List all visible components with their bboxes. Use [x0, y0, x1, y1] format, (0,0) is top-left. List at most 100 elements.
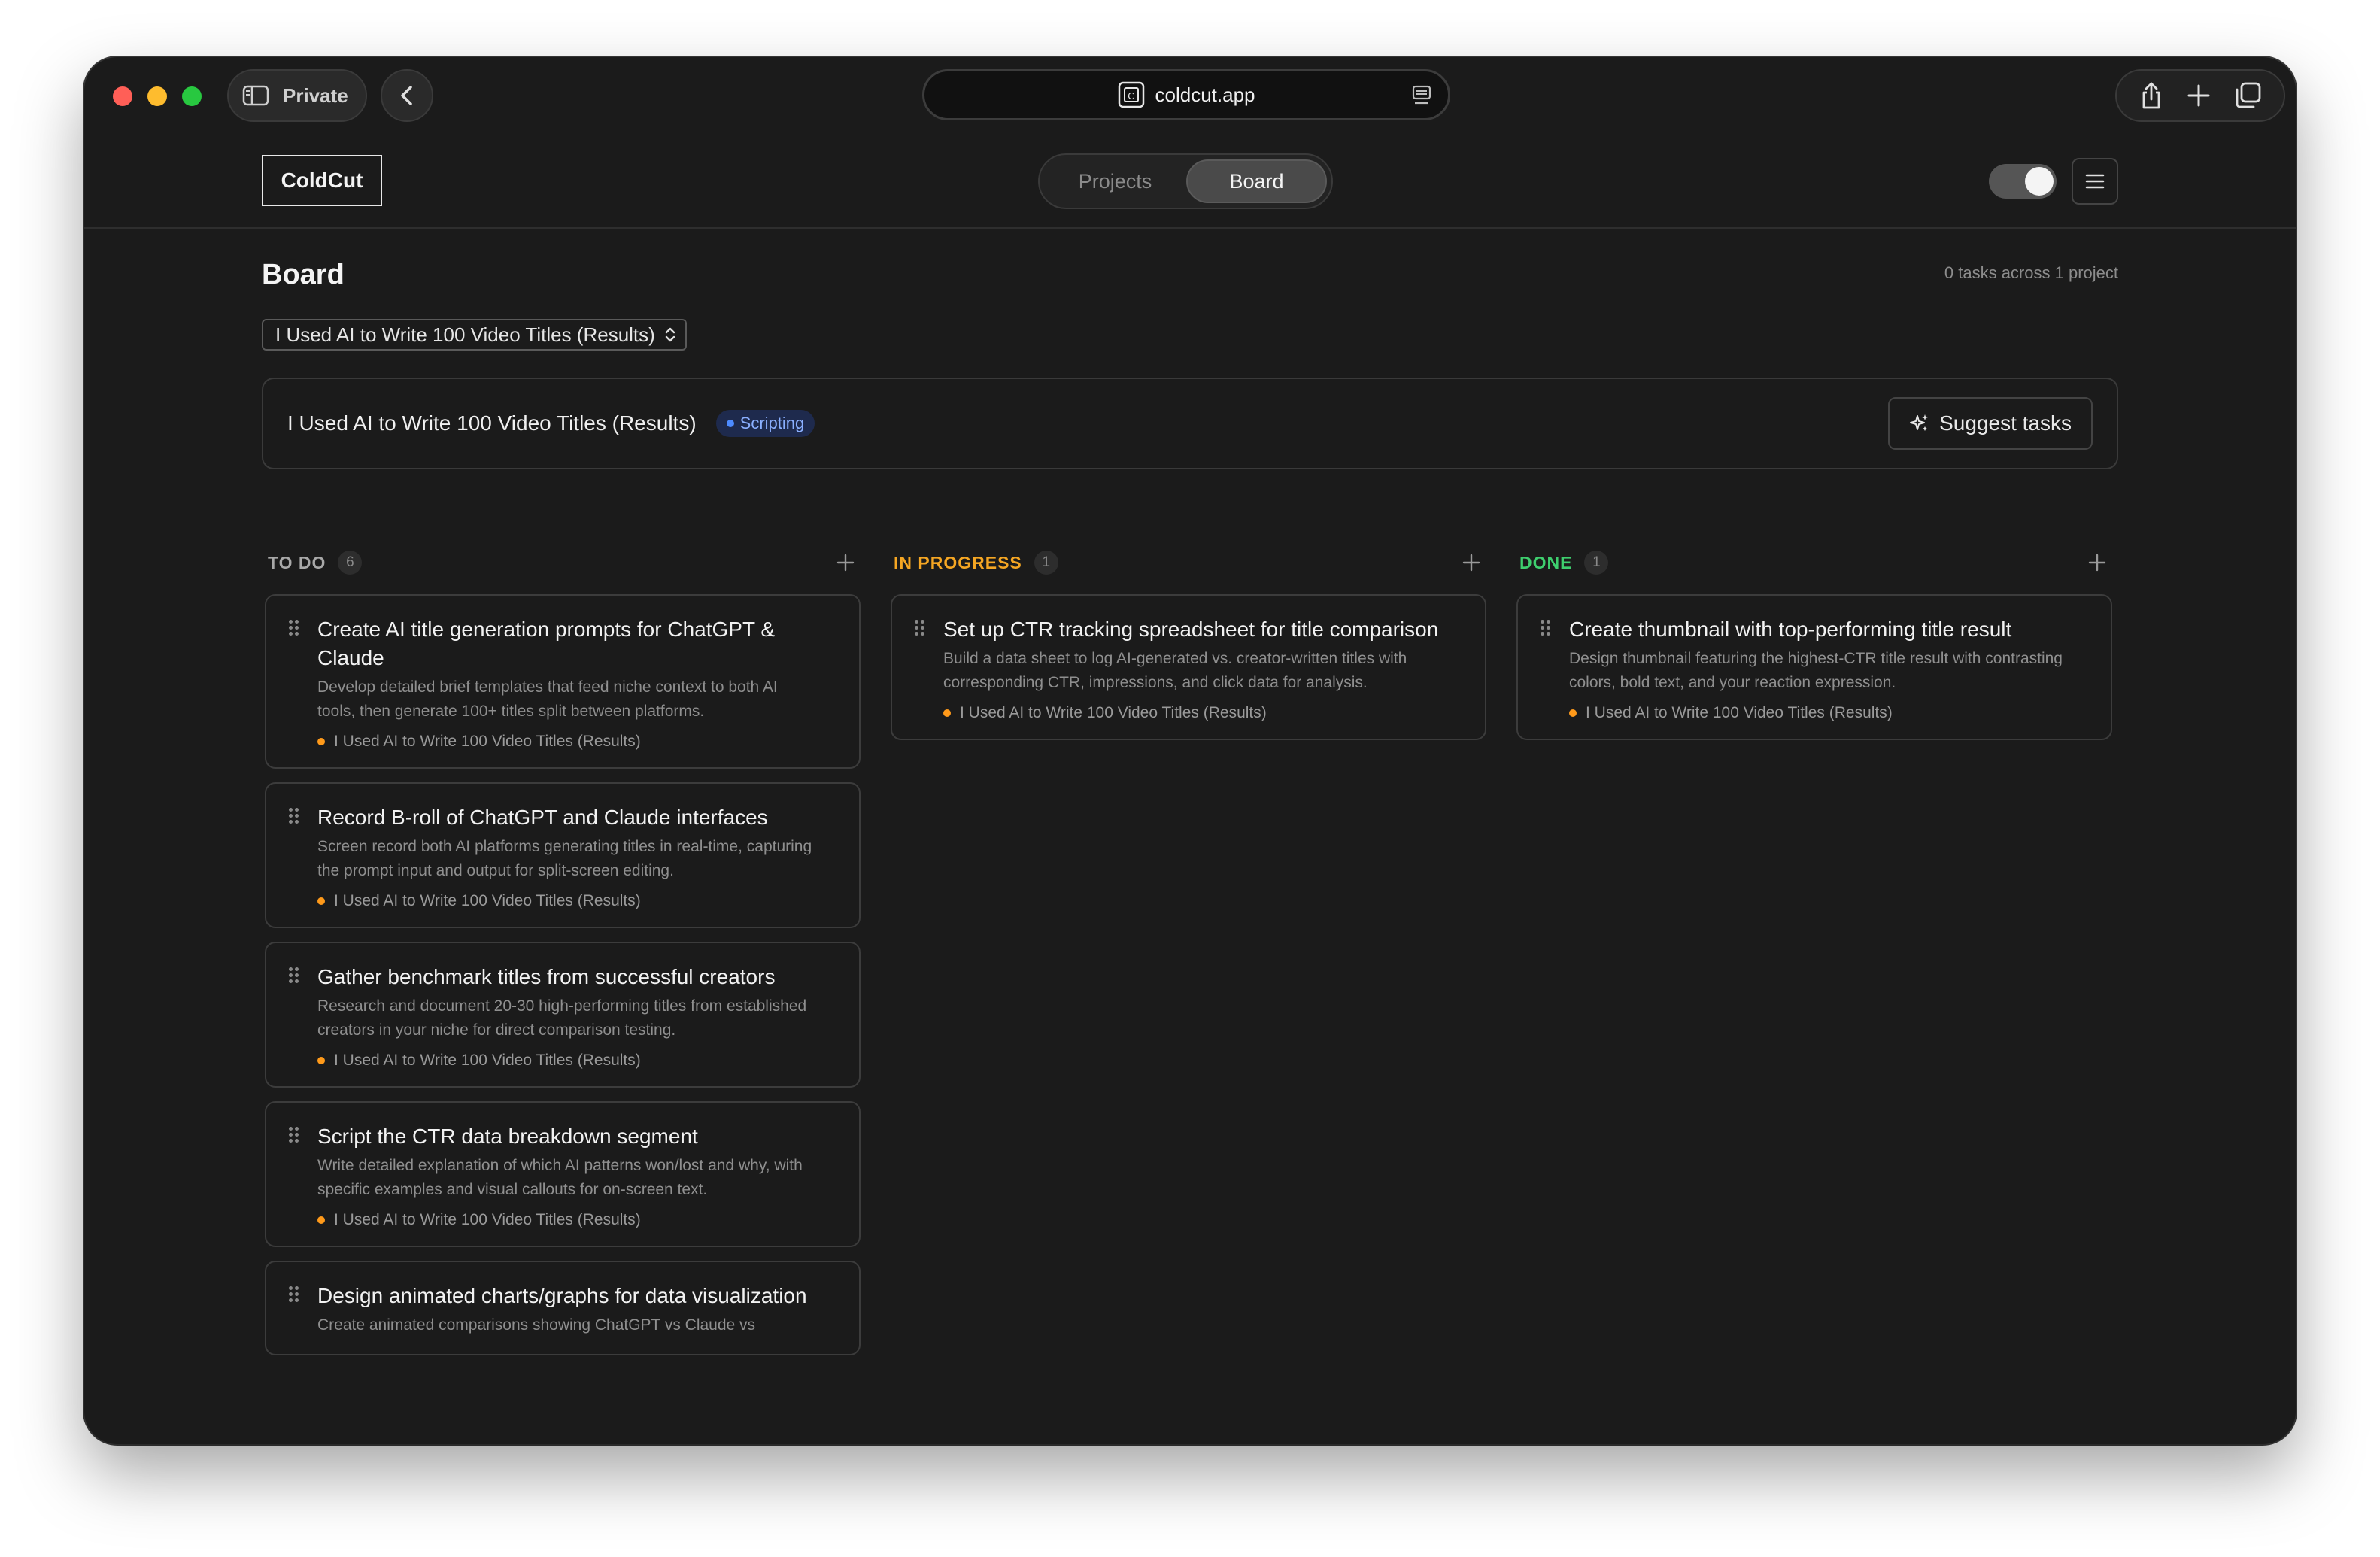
view-switcher: Projects Board [1038, 153, 1333, 209]
drag-handle-icon[interactable] [915, 620, 925, 636]
project-select[interactable]: I Used AI to Write 100 Video Titles (Res… [262, 319, 687, 351]
task-project: I Used AI to Write 100 Video Titles (Res… [317, 892, 817, 910]
task-title: Script the CTR data breakdown segment [317, 1124, 698, 1148]
browser-toolbar: Private C coldcut.app [84, 57, 2296, 132]
task-card[interactable]: Script the CTR data breakdown segment Wr… [265, 1101, 861, 1247]
close-window-button[interactable] [113, 86, 132, 106]
card-list-done: Create thumbnail with top-performing tit… [1516, 594, 2112, 740]
task-project-label: I Used AI to Write 100 Video Titles (Res… [334, 1052, 641, 1069]
drag-handle-icon[interactable] [1541, 620, 1551, 636]
site-favicon-icon: C [1118, 81, 1144, 108]
task-card[interactable]: Design animated charts/graphs for data v… [265, 1261, 861, 1355]
project-dot [943, 709, 951, 717]
add-card-done-button[interactable] [2088, 549, 2106, 576]
browser-actions [2115, 69, 2285, 122]
task-project-label: I Used AI to Write 100 Video Titles (Res… [960, 704, 1267, 721]
task-project: I Used AI to Write 100 Video Titles (Res… [317, 1052, 817, 1070]
address-bar[interactable]: C coldcut.app [922, 69, 1450, 120]
task-description: Build a data sheet to log AI-generated v… [943, 650, 1407, 691]
task-project: I Used AI to Write 100 Video Titles (Res… [943, 704, 1443, 722]
sparkles-icon [1910, 414, 1929, 431]
task-summary: 0 tasks across 1 project [1944, 263, 2118, 282]
new-tab-icon[interactable] [2186, 83, 2212, 108]
task-card[interactable]: Create AI title generation prompts for C… [265, 594, 861, 769]
task-card[interactable]: Create thumbnail with top-performing tit… [1516, 594, 2112, 740]
task-title: Create AI title generation prompts for C… [317, 618, 776, 669]
drag-handle-icon[interactable] [289, 1127, 299, 1143]
private-label: Private [283, 83, 348, 107]
status-badge-label: Scripting [739, 414, 805, 432]
project-dot [317, 1057, 325, 1064]
task-project: I Used AI to Write 100 Video Titles (Res… [1569, 704, 2069, 722]
status-badge: Scripting [715, 410, 815, 437]
project-name: I Used AI to Write 100 Video Titles (Res… [287, 411, 697, 435]
tab-projects[interactable]: Projects [1044, 159, 1186, 203]
drag-handle-icon[interactable] [289, 1286, 299, 1303]
project-dot [317, 897, 325, 905]
column-done: DONE 1 Create thumbnail with top-perform… [1516, 548, 2112, 740]
sidebar-icon [242, 85, 269, 106]
reader-view-icon[interactable] [1412, 85, 1431, 108]
minimize-window-button[interactable] [147, 86, 167, 106]
app-logo[interactable]: ColdCut [262, 155, 382, 206]
task-description: Develop detailed brief templates that fe… [317, 678, 778, 720]
column-count-in-progress: 1 [1034, 551, 1058, 575]
task-title: Create thumbnail with top-performing tit… [1569, 618, 2012, 641]
column-count-todo: 6 [338, 551, 363, 575]
task-project-label: I Used AI to Write 100 Video Titles (Res… [334, 733, 641, 750]
column-header-todo: TO DO 6 [265, 548, 861, 578]
task-description: Research and document 20-30 high-perform… [317, 997, 807, 1039]
drag-handle-icon[interactable] [289, 620, 299, 636]
tab-board[interactable]: Board [1185, 159, 1327, 203]
svg-text:C: C [1128, 90, 1134, 102]
hamburger-icon [2085, 174, 2105, 189]
task-card[interactable]: Record B-roll of ChatGPT and Claude inte… [265, 782, 861, 928]
back-button[interactable] [381, 69, 433, 122]
column-title-todo: TO DO [268, 552, 326, 572]
column-count-done: 1 [1584, 551, 1609, 575]
menu-button[interactable] [2072, 158, 2118, 205]
task-project-label: I Used AI to Write 100 Video Titles (Res… [334, 892, 641, 909]
project-select-value: I Used AI to Write 100 Video Titles (Res… [275, 323, 655, 346]
toggle-knob [2025, 167, 2054, 196]
sidebar-private-button[interactable]: Private [227, 69, 367, 122]
plus-icon [1462, 554, 1480, 572]
task-card[interactable]: Gather benchmark titles from successful … [265, 942, 861, 1088]
task-card[interactable]: Set up CTR tracking spreadsheet for titl… [891, 594, 1486, 740]
column-title-in-progress: IN PROGRESS [894, 552, 1022, 572]
task-description: Create animated comparisons showing Chat… [317, 1316, 756, 1334]
column-header-in-progress: IN PROGRESS 1 [891, 548, 1486, 578]
card-list-todo: Create AI title generation prompts for C… [265, 594, 867, 1355]
plus-icon [836, 554, 855, 572]
select-chevron-icon [665, 327, 675, 342]
task-project-label: I Used AI to Write 100 Video Titles (Res… [334, 1211, 641, 1228]
task-description: Write detailed explanation of which AI p… [317, 1157, 803, 1198]
task-description: Screen record both AI platforms generati… [317, 838, 812, 879]
column-in-progress: IN PROGRESS 1 Set up CTR tracking spread… [891, 548, 1486, 740]
column-title-done: DONE [1519, 552, 1573, 572]
app-header: ColdCut Projects Board [84, 132, 2296, 229]
project-dot [317, 738, 325, 745]
project-info-bar: I Used AI to Write 100 Video Titles (Res… [262, 378, 2118, 469]
drag-handle-icon[interactable] [289, 967, 299, 984]
add-card-in-progress-button[interactable] [1462, 549, 1480, 576]
theme-toggle[interactable] [1989, 164, 2057, 199]
url-text: coldcut.app [1155, 83, 1255, 106]
task-project: I Used AI to Write 100 Video Titles (Res… [317, 733, 817, 751]
status-dot [726, 420, 734, 427]
task-project-label: I Used AI to Write 100 Video Titles (Res… [1586, 704, 1893, 721]
project-dot [1569, 709, 1577, 717]
drag-handle-icon[interactable] [289, 808, 299, 824]
share-icon[interactable] [2139, 80, 2164, 111]
add-card-todo-button[interactable] [836, 549, 855, 576]
suggest-tasks-button[interactable]: Suggest tasks [1888, 397, 2093, 450]
task-title: Record B-roll of ChatGPT and Claude inte… [317, 806, 768, 829]
task-title: Design animated charts/graphs for data v… [317, 1284, 807, 1307]
task-project: I Used AI to Write 100 Video Titles (Res… [317, 1211, 817, 1229]
column-header-done: DONE 1 [1516, 548, 2112, 578]
tab-overview-icon[interactable] [2233, 81, 2262, 110]
column-todo: TO DO 6 [265, 548, 861, 578]
zoom-window-button[interactable] [182, 86, 202, 106]
card-list-todo-viewport[interactable]: Create AI title generation prompts for C… [265, 594, 867, 1444]
task-title: Gather benchmark titles from successful … [317, 965, 776, 988]
